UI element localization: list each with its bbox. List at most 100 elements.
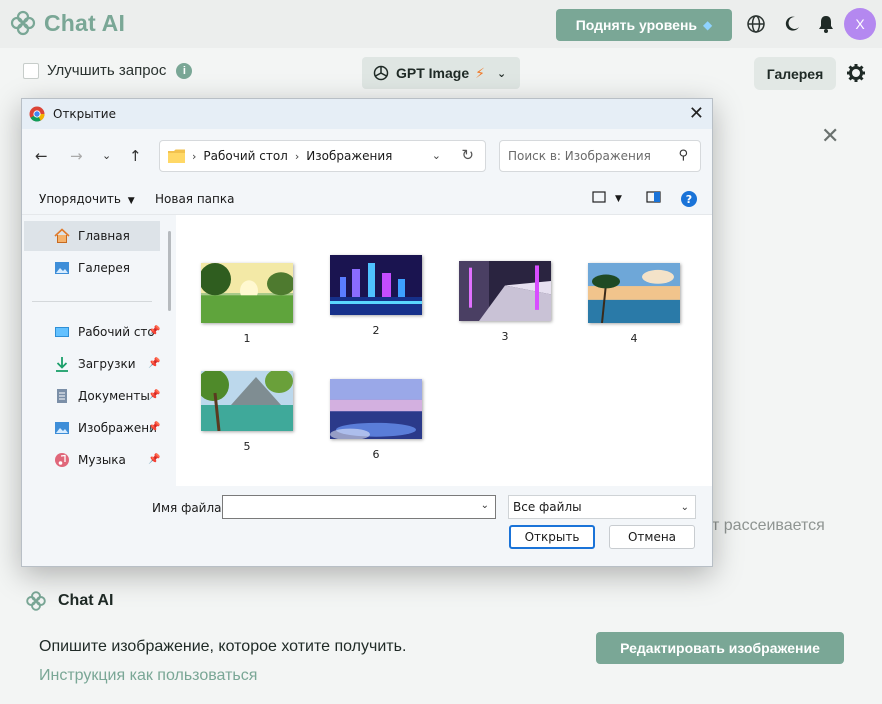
sidebar-item-documents[interactable]: Документы 📌 xyxy=(24,381,160,411)
sidebar-scrollbar[interactable] xyxy=(168,231,171,311)
close-icon[interactable]: ✕ xyxy=(821,123,839,149)
home-icon xyxy=(54,228,70,243)
dialog-close-icon[interactable]: ✕ xyxy=(689,103,704,124)
bell-icon[interactable] xyxy=(814,12,838,36)
instructions-link[interactable]: Инструкция как пользоваться xyxy=(39,667,257,685)
organize-label: Упорядочить xyxy=(39,192,121,206)
up-arrow-icon[interactable]: ↑ xyxy=(129,147,142,165)
caret-down-icon: ▼ xyxy=(127,196,135,206)
navigation-pane: Главная Галерея Рабочий сто 📌 Загрузки 📌… xyxy=(22,215,176,486)
pin-icon: 📌 xyxy=(148,326,160,337)
dialog-title: Открытие xyxy=(53,107,116,121)
chevron-down-icon[interactable]: ⌄ xyxy=(481,500,489,511)
improve-checkbox[interactable] xyxy=(23,62,39,79)
file-item-1[interactable]: 1 xyxy=(192,263,302,345)
breadcrumb-separator-icon: › xyxy=(192,149,197,163)
sidebar-divider xyxy=(32,301,152,302)
breadcrumb-pictures[interactable]: Изображения xyxy=(306,149,392,163)
cancel-button[interactable]: Отмена xyxy=(609,525,695,549)
pin-icon: 📌 xyxy=(148,390,160,401)
breadcrumb-desktop[interactable]: Рабочий стол xyxy=(203,149,287,163)
music-icon xyxy=(55,453,69,467)
new-folder-button[interactable]: Новая папка xyxy=(155,192,234,206)
sidebar-item-label: Галерея xyxy=(78,261,130,275)
prompt-description: Опишите изображение, которое хотите полу… xyxy=(39,638,407,655)
open-button[interactable]: Открыть xyxy=(509,525,595,549)
folder-icon xyxy=(168,149,185,163)
forward-arrow-icon[interactable]: → xyxy=(70,147,83,165)
dialog-titlebar[interactable]: Открытие ✕ xyxy=(22,99,712,129)
address-chevron-icon[interactable]: ⌄ xyxy=(432,149,441,162)
image-thumbnail xyxy=(330,255,422,315)
search-input[interactable] xyxy=(500,141,670,171)
file-type-select[interactable]: Все файлы ⌄ xyxy=(508,495,696,519)
help-icon[interactable]: ? xyxy=(681,191,697,207)
view-mode-caret-icon[interactable]: ▼ xyxy=(615,194,622,204)
sidebar-item-label: Документы xyxy=(78,389,150,403)
file-list: 1 2 3 4 5 6 xyxy=(176,215,712,486)
diamond-icon: ◆ xyxy=(703,18,713,32)
file-item-5[interactable]: 5 xyxy=(192,369,302,453)
navigation-bar: ← → ⌄ ↑ › Рабочий стол › Изображения ⌄ ↻… xyxy=(22,129,712,184)
search-box[interactable]: ⚲ xyxy=(499,140,701,172)
chevron-down-icon: ⌄ xyxy=(680,502,689,513)
info-icon[interactable]: i xyxy=(176,62,193,79)
search-icon[interactable]: ⚲ xyxy=(678,148,688,163)
upgrade-button[interactable]: Поднять уровень ◆ xyxy=(556,9,732,41)
file-name: 5 xyxy=(243,440,251,453)
back-arrow-icon[interactable]: ← xyxy=(35,147,48,165)
lightning-icon: ⚡ xyxy=(475,64,485,81)
gear-icon[interactable] xyxy=(846,63,866,88)
sidebar-item-music[interactable]: Музыка 📌 xyxy=(24,445,160,475)
brand-title: Chat AI xyxy=(44,9,126,36)
sidebar-item-home[interactable]: Главная xyxy=(24,221,160,251)
organize-menu[interactable]: Упорядочить ▼ xyxy=(39,192,135,206)
logo-icon xyxy=(10,10,36,36)
file-item-3[interactable]: 3 xyxy=(450,261,560,343)
filename-input[interactable]: ⌄ xyxy=(222,495,496,519)
gallery-icon xyxy=(55,262,69,274)
pictures-icon xyxy=(55,422,69,434)
file-item-4[interactable]: 4 xyxy=(579,263,689,345)
file-name: 6 xyxy=(372,448,380,461)
sidebar-item-gallery[interactable]: Галерея xyxy=(24,253,160,283)
avatar[interactable]: X xyxy=(844,8,876,40)
sidebar-item-label: Изображени xyxy=(78,421,157,435)
image-thumbnail xyxy=(199,263,295,323)
sidebar-item-downloads[interactable]: Загрузки 📌 xyxy=(24,349,160,379)
file-open-dialog: Открытие ✕ ← → ⌄ ↑ › Рабочий стол › Изоб… xyxy=(21,98,713,567)
chrome-icon xyxy=(29,106,45,122)
edit-image-button[interactable]: Редактировать изображение xyxy=(596,632,844,664)
desktop-icon xyxy=(55,327,69,337)
improve-prompt-toggle[interactable]: Улучшить запрос i xyxy=(23,62,193,79)
moon-icon[interactable] xyxy=(780,12,804,36)
recent-chevron-icon[interactable]: ⌄ xyxy=(102,149,111,162)
background-text-fragment: т рассеивается xyxy=(712,517,825,534)
image-thumbnail xyxy=(459,261,551,321)
card-brand: Chat AI xyxy=(24,589,113,613)
gallery-button[interactable]: Галерея xyxy=(754,57,836,90)
pin-icon: 📌 xyxy=(148,422,160,433)
pin-icon: 📌 xyxy=(148,454,160,465)
file-item-6[interactable]: 6 xyxy=(321,379,431,461)
brand[interactable]: Chat AI xyxy=(8,8,125,38)
pin-icon: 📌 xyxy=(148,358,160,369)
logo-icon xyxy=(26,591,46,611)
sidebar-item-label: Рабочий сто xyxy=(78,325,155,339)
model-select[interactable]: GPT Image ⚡ ⌄ xyxy=(362,57,520,89)
openai-icon xyxy=(373,65,389,81)
filename-label: Имя файла: xyxy=(152,501,226,515)
dialog-toolbar: Упорядочить ▼ Новая папка ▼ ? xyxy=(22,184,712,215)
view-mode-icon[interactable] xyxy=(592,191,606,206)
address-bar[interactable]: › Рабочий стол › Изображения ⌄ ↻ xyxy=(159,140,486,172)
sidebar-item-desktop[interactable]: Рабочий сто 📌 xyxy=(24,317,160,347)
file-type-value: Все файлы xyxy=(513,500,582,514)
preview-pane-icon[interactable] xyxy=(646,191,661,206)
globe-icon[interactable] xyxy=(744,12,768,36)
sidebar-item-label: Музыка xyxy=(78,453,126,467)
chevron-down-icon: ⌄ xyxy=(496,67,507,80)
file-item-2[interactable]: 2 xyxy=(321,255,431,337)
sidebar-item-pictures[interactable]: Изображени 📌 xyxy=(24,413,160,443)
image-thumbnail xyxy=(197,369,293,432)
refresh-icon[interactable]: ↻ xyxy=(461,146,474,164)
